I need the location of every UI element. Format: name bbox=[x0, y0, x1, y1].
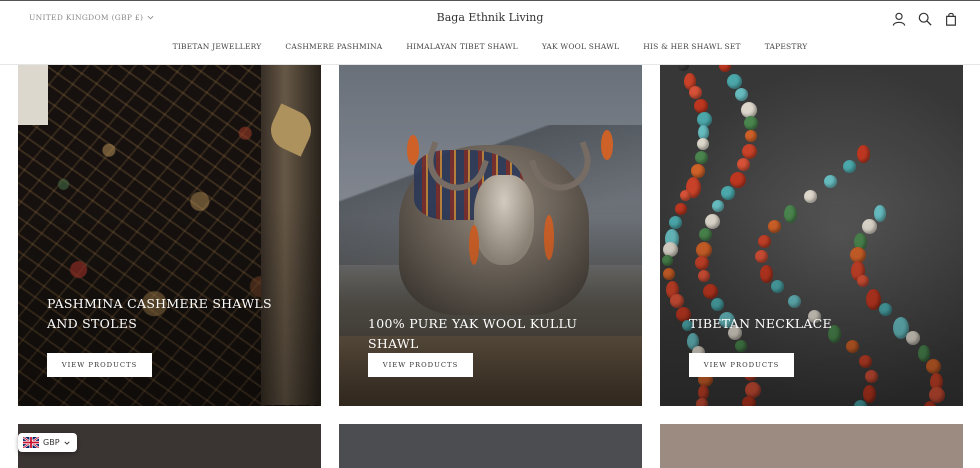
main-navigation: TIBETAN JEWELLERY CASHMERE PASHMINA HIMA… bbox=[0, 42, 980, 51]
nav-item-yak-wool-shawl[interactable]: YAK WOOL SHAWL bbox=[542, 42, 619, 51]
brand-logo[interactable]: Baga Ethnik Living bbox=[437, 11, 544, 24]
uk-flag-icon bbox=[23, 437, 39, 448]
country-currency-selector[interactable]: UNITED KINGDOM (GBP £) bbox=[29, 13, 154, 22]
nav-item-his-her-shawl-set[interactable]: HIS & HER SHAWL SET bbox=[643, 42, 740, 51]
currency-code: GBP bbox=[43, 438, 60, 447]
view-products-button[interactable]: VIEW PRODUCTS bbox=[368, 353, 473, 377]
collection-card-row2-2[interactable] bbox=[339, 424, 642, 468]
collection-title: PASHMINA CASHMERE SHAWLS AND STOLES bbox=[47, 296, 272, 331]
currency-switcher-widget[interactable]: GBP bbox=[18, 433, 77, 452]
search-icon[interactable] bbox=[918, 11, 932, 26]
chevron-down-icon bbox=[63, 441, 70, 445]
view-products-button[interactable]: VIEW PRODUCTS bbox=[689, 353, 794, 377]
nav-item-tibetan-jewellery[interactable]: TIBETAN JEWELLERY bbox=[173, 42, 262, 51]
chevron-down-icon bbox=[147, 15, 154, 20]
collection-card-necklace[interactable]: TIBETAN NECKLACE VIEW PRODUCTS bbox=[660, 65, 963, 406]
collection-title: 100% PURE YAK WOOL KULLU SHAWL bbox=[368, 316, 578, 351]
collection-card-pashmina[interactable]: PASHMINA CASHMERE SHAWLS AND STOLES VIEW… bbox=[18, 65, 321, 406]
cart-icon[interactable] bbox=[944, 11, 958, 26]
currency-label: UNITED KINGDOM (GBP £) bbox=[29, 13, 144, 22]
nav-item-cashmere-pashmina[interactable]: CASHMERE PASHMINA bbox=[285, 42, 382, 51]
view-products-button[interactable]: VIEW PRODUCTS bbox=[47, 353, 152, 377]
account-icon[interactable] bbox=[892, 11, 906, 26]
nav-item-himalayan-tibet-shawl[interactable]: HIMALAYAN TIBET SHAWL bbox=[406, 42, 517, 51]
collection-title: TIBETAN NECKLACE bbox=[689, 316, 832, 331]
header-icons bbox=[892, 11, 958, 26]
nav-item-tapestry[interactable]: TAPESTRY bbox=[765, 42, 808, 51]
collection-card-yak-wool[interactable]: 100% PURE YAK WOOL KULLU SHAWL VIEW PROD… bbox=[339, 65, 642, 406]
collection-card-row2-3[interactable] bbox=[660, 424, 963, 468]
site-header: UNITED KINGDOM (GBP £) Baga Ethnik Livin… bbox=[0, 1, 980, 65]
